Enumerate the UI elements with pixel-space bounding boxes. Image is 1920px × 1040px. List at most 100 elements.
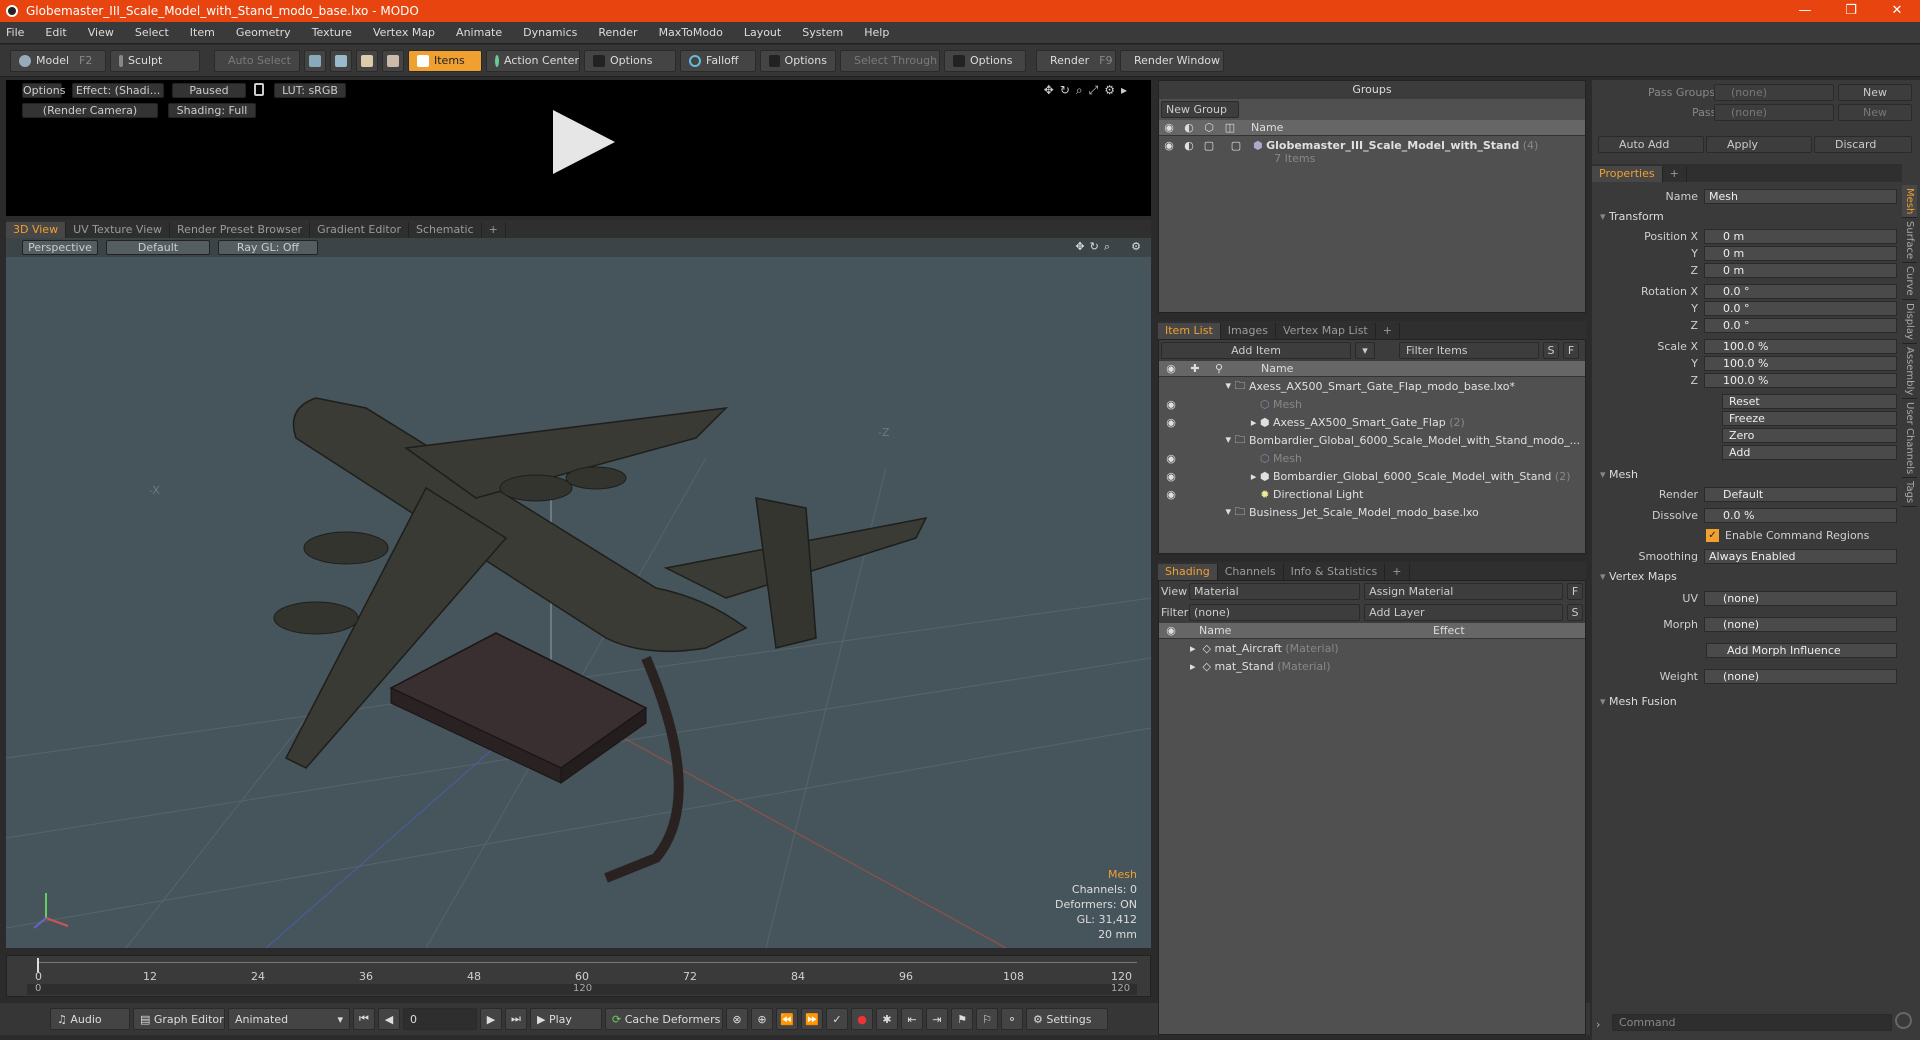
render-button[interactable]: Render F9 bbox=[1036, 49, 1116, 72]
menu-maxtomodo[interactable]: MaxToModo bbox=[659, 26, 723, 39]
morph-dropdown[interactable]: (none) bbox=[1704, 616, 1897, 632]
eye-icon[interactable]: ◉ bbox=[1159, 139, 1179, 152]
graph-editor-button[interactable]: ▤ Graph Editor bbox=[133, 1008, 225, 1030]
frame-input[interactable]: 0 bbox=[403, 1008, 477, 1030]
add-item-dropdown[interactable]: Add Item bbox=[1161, 342, 1351, 359]
apply-button[interactable]: Apply bbox=[1706, 136, 1812, 153]
tab-render-preset-browser[interactable]: Render Preset Browser bbox=[170, 222, 311, 238]
eye-icon[interactable]: ◉ bbox=[1159, 452, 1183, 465]
auto-key-button[interactable]: ✓ bbox=[826, 1008, 848, 1030]
render-dropdown[interactable]: Default bbox=[1704, 486, 1897, 502]
preview-effect-dropdown[interactable]: Effect: (Shadi... bbox=[72, 83, 164, 98]
filter-s-button[interactable]: S bbox=[1543, 342, 1559, 359]
vtab-user-channels[interactable]: User Channels bbox=[1902, 399, 1917, 479]
pass-groups-dropdown[interactable]: (none) bbox=[1714, 84, 1834, 101]
tab-uv-texture-view[interactable]: UV Texture View bbox=[66, 222, 171, 238]
edges-mode-button[interactable] bbox=[330, 49, 352, 72]
weight-dropdown[interactable]: (none) bbox=[1704, 668, 1897, 684]
preview-paused-button[interactable]: Paused bbox=[172, 83, 246, 98]
key-options-icon[interactable]: ⊕ bbox=[751, 1008, 773, 1030]
menu-file[interactable]: File bbox=[6, 26, 24, 39]
prev-marker-button[interactable]: ⇤ bbox=[901, 1008, 923, 1030]
render-window-button[interactable]: Render Window bbox=[1120, 49, 1224, 72]
maximize-button[interactable]: ❐ bbox=[1828, 0, 1874, 22]
prev-frame-button[interactable]: ◀ bbox=[378, 1008, 400, 1030]
settings-button[interactable]: ⚙ Settings bbox=[1026, 1008, 1108, 1030]
menu-system[interactable]: System bbox=[802, 26, 843, 39]
lock-icon[interactable]: ◐ bbox=[1179, 139, 1199, 152]
select-icon[interactable]: ▢ bbox=[1219, 139, 1253, 152]
vertices-mode-button[interactable] bbox=[304, 49, 326, 72]
scale-z-field[interactable]: 100.0 % bbox=[1704, 372, 1897, 388]
auto-add-button[interactable]: Auto Add bbox=[1598, 136, 1704, 153]
tab-properties[interactable]: Properties bbox=[1592, 166, 1663, 182]
menu-render[interactable]: Render bbox=[598, 26, 637, 39]
shading-s-button[interactable]: S bbox=[1567, 604, 1583, 621]
add-tab-button[interactable]: + bbox=[1376, 323, 1400, 339]
position-z-field[interactable]: 0 m bbox=[1704, 262, 1897, 278]
animated-dropdown[interactable]: Animated ▾ bbox=[228, 1008, 350, 1030]
items-mode-button[interactable]: Items bbox=[408, 49, 482, 72]
menu-select[interactable]: Select bbox=[135, 26, 169, 39]
add-morph-influence-button[interactable]: Add Morph Influence bbox=[1706, 642, 1897, 658]
menu-geometry[interactable]: Geometry bbox=[236, 26, 291, 39]
section-mesh[interactable]: Mesh bbox=[1600, 468, 1638, 481]
new-pass-group-button[interactable]: New bbox=[1838, 84, 1912, 101]
menu-vertex-map[interactable]: Vertex Map bbox=[373, 26, 435, 39]
minimize-button[interactable]: — bbox=[1782, 0, 1828, 22]
record-button[interactable]: ● bbox=[851, 1008, 873, 1030]
tab-3d-view[interactable]: 3D View bbox=[6, 222, 67, 238]
audio-button[interactable]: ♫ Audio bbox=[50, 1008, 130, 1030]
menu-animate[interactable]: Animate bbox=[456, 26, 502, 39]
add-dropdown[interactable]: Add bbox=[1722, 444, 1897, 460]
add-layer-dropdown[interactable]: Add Layer bbox=[1364, 604, 1564, 621]
new-pass-button[interactable]: New bbox=[1838, 104, 1912, 121]
name-field[interactable]: Mesh bbox=[1704, 188, 1897, 204]
list-item[interactable]: ▾ 🗀 Business_Jet_Scale_Model_modo_base.l… bbox=[1159, 503, 1585, 521]
vtab-tags[interactable]: Tags bbox=[1902, 478, 1917, 508]
new-group-button[interactable]: New Group bbox=[1161, 101, 1239, 118]
next-marker-button[interactable]: ⇥ bbox=[926, 1008, 948, 1030]
reset-dropdown[interactable]: Reset bbox=[1722, 393, 1897, 409]
go-start-button[interactable]: ⏮ bbox=[353, 1008, 375, 1030]
vtab-display[interactable]: Display bbox=[1902, 300, 1917, 344]
tab-info-statistics[interactable]: Info & Statistics bbox=[1284, 564, 1386, 580]
list-item[interactable]: ◉ ▸ ⬢ Axess_AX500_Smart_Gate_Flap (2) bbox=[1159, 413, 1585, 431]
model-mode-button[interactable]: Model F2 bbox=[10, 49, 106, 72]
list-item[interactable]: ◉ ⬡ Mesh bbox=[1159, 395, 1585, 413]
filter-items-input[interactable]: Filter Items bbox=[1399, 342, 1539, 359]
enable-command-regions-checkbox[interactable]: ✓ bbox=[1706, 528, 1719, 542]
rotation-x-field[interactable]: 0.0 ° bbox=[1704, 283, 1897, 299]
materials-mode-button[interactable] bbox=[382, 49, 404, 72]
vtab-mesh[interactable]: Mesh bbox=[1902, 185, 1917, 219]
menu-layout[interactable]: Layout bbox=[744, 26, 781, 39]
section-vertex-maps[interactable]: Vertex Maps bbox=[1600, 570, 1677, 583]
tab-images[interactable]: Images bbox=[1221, 323, 1276, 339]
rotation-y-field[interactable]: 0.0 ° bbox=[1704, 300, 1897, 316]
tab-shading[interactable]: Shading bbox=[1158, 564, 1218, 580]
eye-icon[interactable]: ◉ bbox=[1159, 416, 1183, 429]
filter-f-button[interactable]: F bbox=[1563, 342, 1579, 359]
assign-material-dropdown[interactable]: Assign Material bbox=[1364, 583, 1564, 600]
action-center-button[interactable]: Action Center bbox=[486, 49, 580, 72]
auto-select-button[interactable]: Auto Select bbox=[214, 49, 300, 72]
menu-view[interactable]: View bbox=[88, 26, 114, 39]
vtab-surface[interactable]: Surface bbox=[1902, 218, 1917, 264]
scale-x-field[interactable]: 100.0 % bbox=[1704, 338, 1897, 354]
list-item[interactable]: ▸ ◇ mat_Aircraft (Material) bbox=[1159, 639, 1585, 657]
perspective-dropdown[interactable]: Perspective bbox=[22, 240, 98, 255]
select-through-button[interactable]: Select Through bbox=[840, 49, 940, 72]
command-history-icon[interactable] bbox=[1895, 1012, 1912, 1029]
menu-texture[interactable]: Texture bbox=[312, 26, 352, 39]
add-tab-button[interactable]: + bbox=[1385, 564, 1410, 580]
section-mesh-fusion[interactable]: Mesh Fusion bbox=[1600, 695, 1677, 708]
gear-icon[interactable]: ⚙ bbox=[1131, 240, 1141, 253]
preview-options-button[interactable]: Options bbox=[22, 83, 65, 98]
uv-dropdown[interactable]: (none) bbox=[1704, 590, 1897, 606]
position-y-field[interactable]: 0 m bbox=[1704, 245, 1897, 261]
menu-dynamics[interactable]: Dynamics bbox=[523, 26, 577, 39]
eye-icon[interactable]: ◉ bbox=[1159, 488, 1183, 501]
passes-dropdown[interactable]: (none) bbox=[1714, 104, 1834, 121]
chevron-down-icon[interactable]: ▾ bbox=[1355, 342, 1375, 359]
sculpt-mode-button[interactable]: Sculpt bbox=[110, 49, 200, 72]
